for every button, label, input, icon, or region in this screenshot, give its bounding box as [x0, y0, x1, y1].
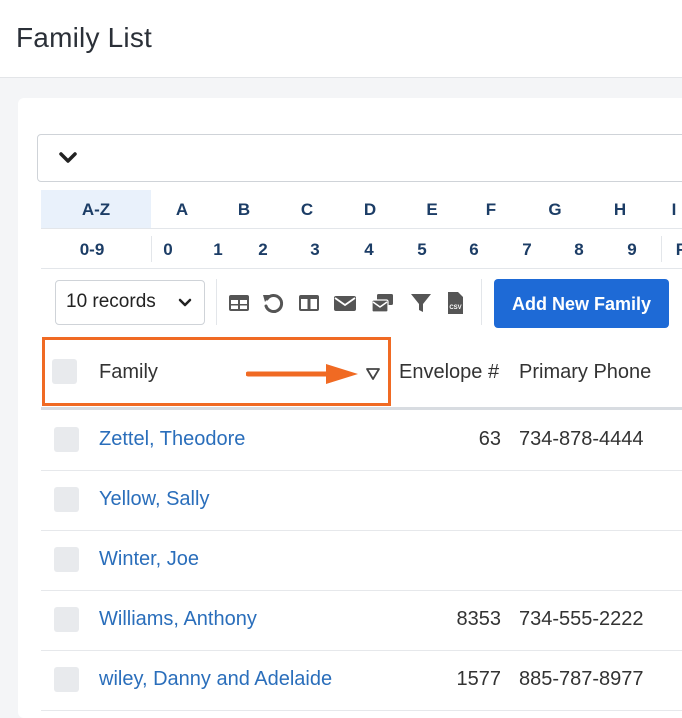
- row-checkbox[interactable]: [54, 547, 79, 572]
- divider: [151, 236, 152, 262]
- csv-icon[interactable]: CSV: [443, 291, 467, 315]
- alpha-tab-0[interactable]: 0: [163, 240, 172, 260]
- alpha-tab-3[interactable]: 3: [310, 240, 319, 260]
- alpha-tab-4[interactable]: 4: [364, 240, 373, 260]
- records-per-page-select[interactable]: 10 records: [55, 280, 205, 325]
- primary-phone: 885-787-8977: [519, 668, 644, 690]
- column-header-primary-phone[interactable]: Primary Phone: [519, 361, 651, 384]
- filter-dropdown[interactable]: [37, 134, 682, 182]
- envelope-number: 8353: [456, 608, 502, 630]
- table-row: wiley, Danny and Adelaide 1577 885-787-8…: [41, 650, 682, 711]
- primary-phone: 734-878-4444: [519, 428, 644, 450]
- table-row: Williams, Anthony 8353 734-555-2222: [41, 590, 682, 651]
- mail-merge-icon[interactable]: [371, 291, 395, 315]
- alpha-tab-g[interactable]: G: [548, 200, 561, 220]
- alpha-tab-6[interactable]: 6: [469, 240, 478, 260]
- alpha-tab-5[interactable]: 5: [417, 240, 426, 260]
- svg-text:CSV: CSV: [449, 305, 461, 311]
- table-icon[interactable]: [227, 291, 251, 315]
- family-link[interactable]: Winter, Joe: [99, 548, 199, 571]
- divider: [661, 236, 662, 262]
- page-title: Family List: [16, 22, 152, 53]
- alpha-tab-d[interactable]: D: [364, 200, 376, 220]
- alpha-tab-f-partial[interactable]: F: [676, 240, 682, 260]
- chevron-down-icon[interactable]: [58, 151, 78, 165]
- alpha-tab-a-z[interactable]: A-Z: [82, 200, 110, 220]
- row-checkbox[interactable]: [54, 427, 79, 452]
- alpha-tab-7[interactable]: 7: [522, 240, 531, 260]
- alpha-tab-i[interactable]: I: [672, 200, 677, 220]
- alpha-tab-h[interactable]: H: [614, 200, 626, 220]
- toolbar-divider: [216, 279, 217, 325]
- family-link[interactable]: Yellow, Sally: [99, 488, 209, 511]
- records-per-page-value: 10 records: [66, 291, 156, 312]
- table-row: Winter, Joe: [41, 530, 682, 591]
- row-checkbox[interactable]: [54, 667, 79, 692]
- alpha-tab-8[interactable]: 8: [574, 240, 583, 260]
- add-new-family-button[interactable]: Add New Family: [494, 279, 669, 328]
- alpha-tab-e[interactable]: E: [426, 200, 437, 220]
- alpha-tab-f[interactable]: F: [486, 200, 496, 220]
- table-row: Yellow, Sally: [41, 470, 682, 531]
- top-bar: Family List: [0, 0, 682, 78]
- family-link[interactable]: Williams, Anthony: [99, 608, 257, 631]
- alpha-tab-9[interactable]: 9: [627, 240, 636, 260]
- alpha-tab-b[interactable]: B: [238, 200, 250, 220]
- alpha-tab-2[interactable]: 2: [258, 240, 267, 260]
- envelope-number: 63: [478, 428, 501, 450]
- row-checkbox[interactable]: [54, 487, 79, 512]
- envelope-number: 1577: [456, 668, 502, 690]
- primary-phone: 734-555-2222: [519, 608, 644, 630]
- alpha-tab-c[interactable]: C: [301, 200, 313, 220]
- alpha-filter-row-letters: A-Z A B C D E F G H I: [41, 190, 682, 229]
- column-header-envelope[interactable]: Envelope #: [399, 361, 499, 384]
- alpha-filter-row-digits: 0-9 0 1 2 3 4 5 6 7 8 9 F: [41, 230, 682, 269]
- alpha-tab-0-9[interactable]: 0-9: [80, 240, 105, 260]
- email-icon[interactable]: [333, 291, 357, 315]
- toolbar-divider: [481, 279, 482, 325]
- alpha-tab-a[interactable]: A: [176, 200, 188, 220]
- row-checkbox[interactable]: [54, 607, 79, 632]
- reset-icon[interactable]: [261, 291, 285, 315]
- table-row: Zettel, Theodore 63 734-878-4444: [41, 410, 682, 471]
- chevron-down-icon: [178, 298, 192, 307]
- columns-icon[interactable]: [297, 291, 321, 315]
- toolbar: 10 records CSV Add New Family: [41, 269, 682, 337]
- family-link[interactable]: wiley, Danny and Adelaide: [99, 668, 332, 691]
- family-link[interactable]: Zettel, Theodore: [99, 428, 245, 451]
- annotation-highlight-box: [42, 337, 391, 406]
- filter-icon[interactable]: [409, 291, 433, 315]
- alpha-tab-1[interactable]: 1: [213, 240, 222, 260]
